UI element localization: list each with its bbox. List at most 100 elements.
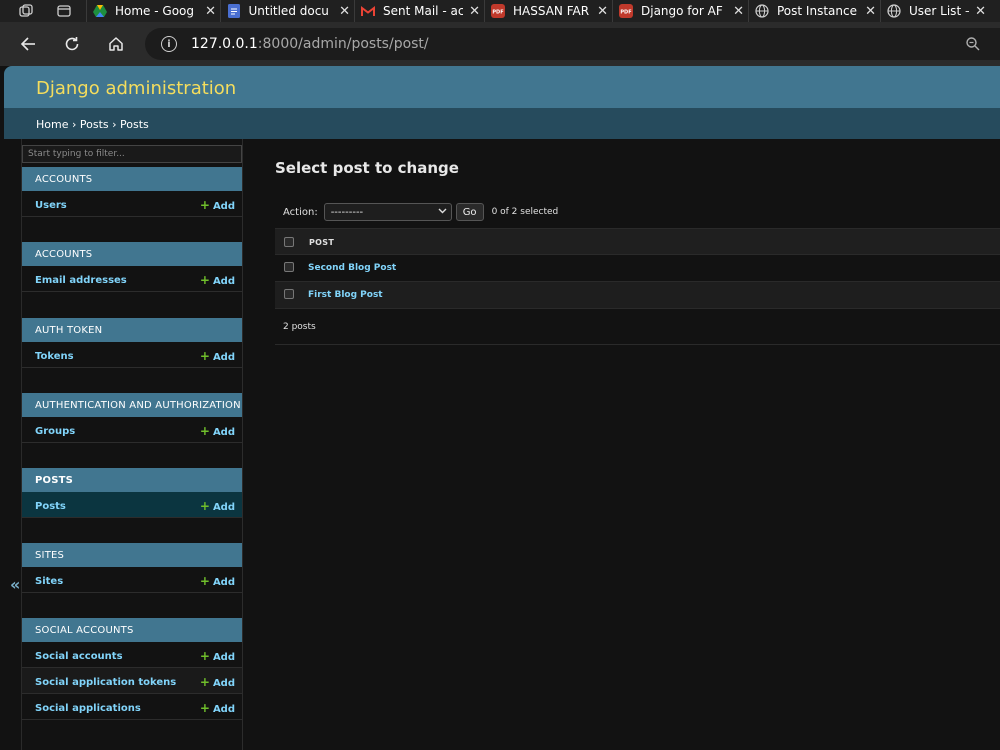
chevron-down-icon [438,206,447,218]
action-select[interactable]: --------- [323,203,452,221]
app-caption[interactable]: POSTS [22,468,242,492]
close-tab-icon[interactable]: ✕ [865,4,876,19]
column-header-post[interactable]: POST [309,238,334,247]
address-bar-row: i 127.0.0.1:8000/admin/posts/post/ [0,22,1000,66]
model-link[interactable]: Email addresses [35,275,127,286]
home-icon[interactable] [98,26,134,62]
model-link[interactable]: Posts [35,501,66,512]
sidebar-item-users[interactable]: Users + Add [22,191,242,217]
site-info-icon[interactable]: i [161,36,177,52]
model-link[interactable]: Groups [35,426,75,437]
pdf-icon: PDF [491,4,505,18]
post-link[interactable]: Second Blog Post [308,263,396,273]
plus-icon: + [199,574,210,588]
browser-tab[interactable]: Untitled docu ✕ [220,0,354,22]
row-checkbox[interactable] [284,262,294,272]
add-link[interactable]: + Add [200,424,235,438]
app-module-authentication-and-authorization: AUTHENTICATION AND AUTHORIZATION Groups + A… [22,393,242,443]
close-tab-icon[interactable]: ✕ [205,4,216,19]
add-link[interactable]: + Add [200,273,235,287]
add-link[interactable]: + Add [200,198,235,212]
model-link[interactable]: Tokens [35,351,74,362]
actions-bar: Action: --------- Go 0 of 2 selected [283,202,558,222]
app-caption[interactable]: ACCOUNTS [22,167,242,191]
close-tab-icon[interactable]: ✕ [975,4,986,19]
breadcrumb-current: Posts [120,118,149,131]
url-path: :8000/admin/posts/post/ [257,36,429,52]
page-title: Select post to change [275,159,459,177]
app-caption[interactable]: ACCOUNTS [22,242,242,266]
add-label: Add [212,678,235,689]
app-caption[interactable]: SITES [22,543,242,567]
close-tab-icon[interactable]: ✕ [469,4,480,19]
globe-icon [887,4,901,18]
add-label: Add [212,577,235,588]
site-title[interactable]: Django administration [36,78,236,99]
sidebar-item-sites[interactable]: Sites + Add [22,567,242,593]
model-link[interactable]: Sites [35,576,63,587]
tab-title: HASSAN FAR [513,4,590,18]
collapse-sidebar-icon[interactable]: « [10,575,20,594]
sidebar-item-tokens[interactable]: Tokens + Add [22,342,242,368]
select-all-checkbox[interactable] [284,237,294,247]
app-module-auth-token: AUTH TOKEN Tokens + Add [22,318,242,368]
add-label: Add [212,502,235,513]
tab-title: Untitled docu [248,4,329,18]
app-module-social-accounts: SOCIAL ACCOUNTS Social accounts + Add Social… [22,618,242,720]
model-link[interactable]: Social application tokens [35,677,176,688]
reload-icon[interactable] [54,26,90,62]
sidebar-item-social-accounts[interactable]: Social accounts + Add [22,642,242,668]
nav-filter-input[interactable]: Start typing to filter... [22,145,242,163]
url-field[interactable]: i 127.0.0.1:8000/admin/posts/post/ [145,28,1000,60]
model-link[interactable]: Social accounts [35,651,123,662]
row-checkbox[interactable] [284,289,294,299]
add-link[interactable]: + Add [200,499,235,513]
post-link[interactable]: First Blog Post [308,290,383,300]
action-label: Action: [283,206,318,218]
url-host: 127.0.0.1 [191,36,258,52]
tab-title: Post Instance [777,4,857,18]
app-caption[interactable]: SOCIAL ACCOUNTS [22,618,242,642]
sidebar-item-social-applications[interactable]: Social applications + Add [22,694,242,720]
action-select-value: --------- [330,207,364,218]
add-link[interactable]: + Add [200,701,235,715]
breadcrumb-home[interactable]: Home [36,118,68,131]
zoom-icon[interactable] [965,36,981,56]
add-label: Add [212,704,235,715]
close-tab-icon[interactable]: ✕ [597,4,608,19]
table-header: POST [275,228,1000,255]
add-label: Add [212,352,235,363]
plus-icon: + [199,273,210,287]
browser-tab[interactable]: PDF Django for AF ✕ [612,0,748,22]
workspaces-icon[interactable] [18,3,34,19]
table-row: First Blog Post [275,282,1000,309]
add-link[interactable]: + Add [200,574,235,588]
browser-tab[interactable]: Sent Mail - ac ✕ [354,0,484,22]
sidebar-toggle-strip[interactable]: « [4,139,22,750]
model-link[interactable]: Users [35,200,67,211]
plus-icon: + [199,198,210,212]
app-caption[interactable]: AUTH TOKEN [22,318,242,342]
close-tab-icon[interactable]: ✕ [733,4,744,19]
app-caption[interactable]: AUTHENTICATION AND AUTHORIZATION [22,393,242,417]
plus-icon: + [199,499,210,513]
sidebar-item-posts[interactable]: Posts + Add [22,492,242,518]
breadcrumb-separator: › [71,118,77,131]
model-link[interactable]: Social applications [35,703,141,714]
browser-tab[interactable]: PDF HASSAN FAR ✕ [484,0,612,22]
sidebar-item-email-addresses[interactable]: Email addresses + Add [22,266,242,292]
browser-tab[interactable]: User List – Dj ✕ [880,0,990,22]
go-button[interactable]: Go [455,203,484,221]
sidebar-item-groups[interactable]: Groups + Add [22,417,242,443]
breadcrumb-app[interactable]: Posts [80,118,109,131]
browser-tab[interactable]: Home - Goog ✕ [86,0,220,22]
add-link[interactable]: + Add [200,649,235,663]
add-link[interactable]: + Add [200,675,235,689]
tab-actions-icon[interactable] [56,3,72,19]
close-tab-icon[interactable]: ✕ [339,4,350,19]
back-arrow-icon[interactable] [10,26,46,62]
sidebar-item-social-application-tokens[interactable]: Social application tokens + Add [22,668,242,694]
add-link[interactable]: + Add [200,349,235,363]
add-label: Add [212,652,235,663]
browser-tab[interactable]: Post Instance ✕ [748,0,880,22]
